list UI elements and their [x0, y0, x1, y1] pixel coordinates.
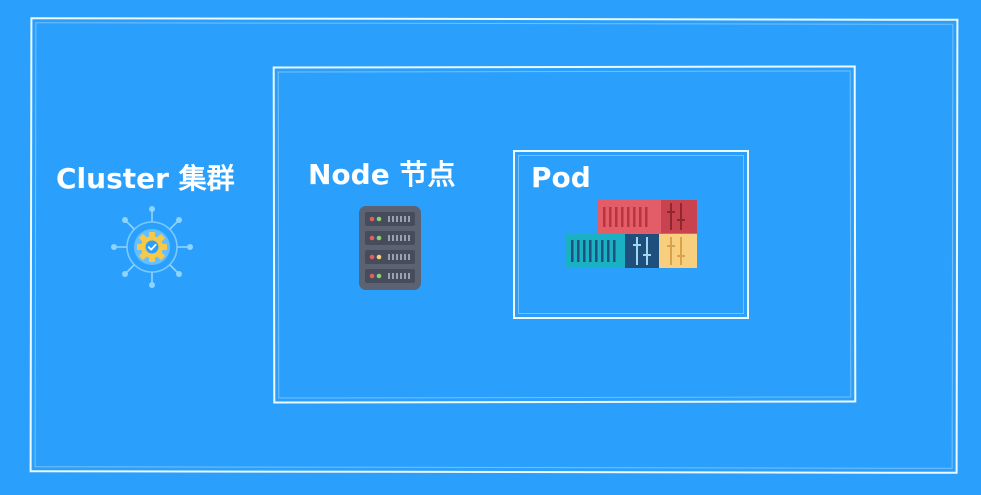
cluster-gear-icon	[108, 203, 196, 291]
node-label: Node 节点	[308, 158, 456, 191]
server-rack-icon	[359, 206, 421, 290]
containers-icon	[565, 200, 697, 268]
pod-label: Pod	[531, 161, 591, 194]
cluster-label: Cluster 集群	[56, 162, 235, 195]
